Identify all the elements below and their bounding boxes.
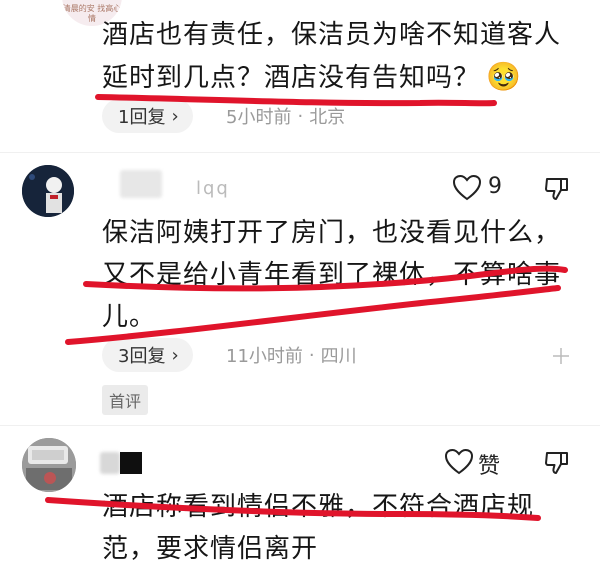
annotation-underline	[45, 497, 541, 521]
annotation-strokes	[45, 94, 568, 521]
annotation-underline	[83, 265, 568, 292]
annotation-underline	[95, 94, 497, 107]
annotation-underline	[65, 285, 561, 345]
